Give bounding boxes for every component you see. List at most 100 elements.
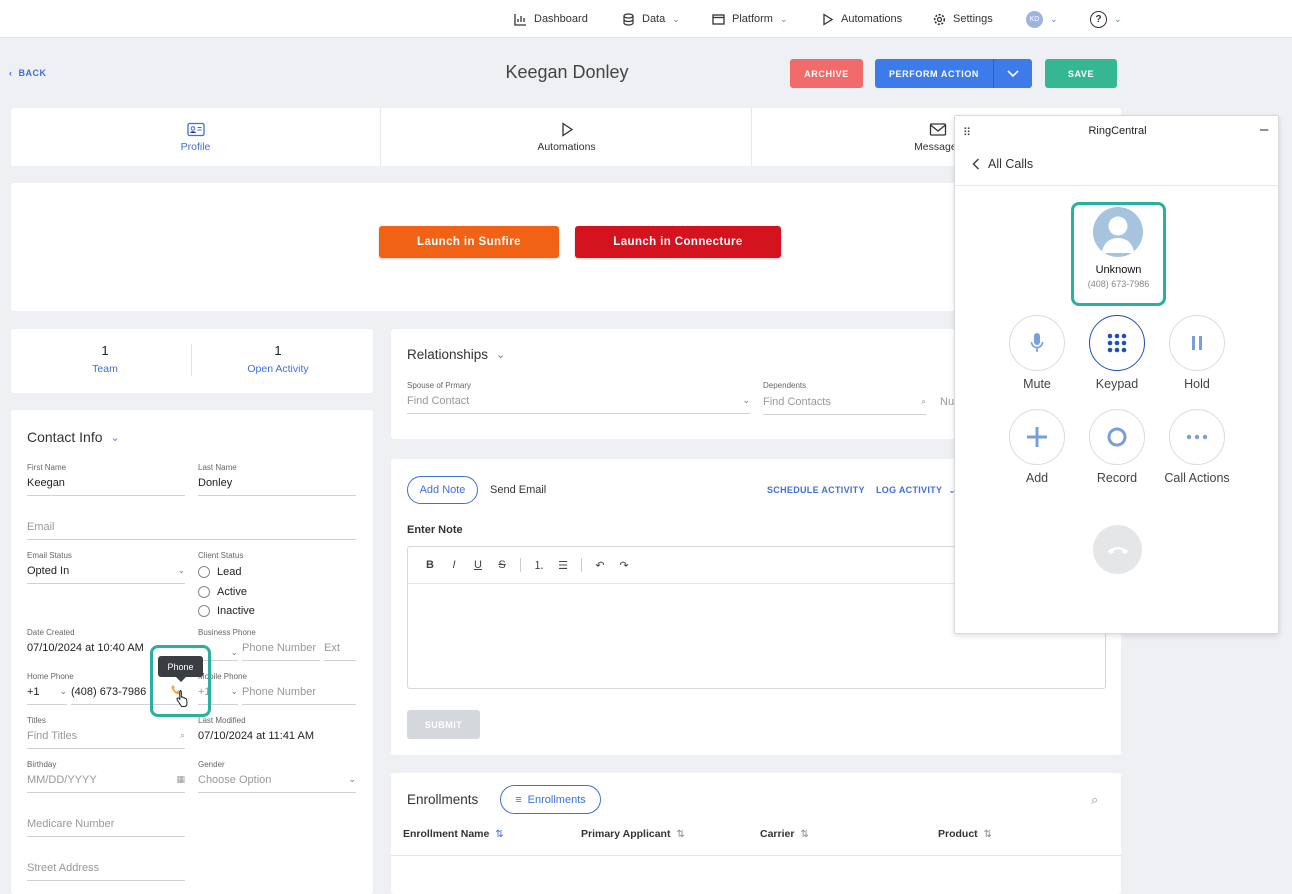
client-status-lead-label: Lead <box>217 566 242 578</box>
hold-button[interactable] <box>1169 315 1225 371</box>
bold-button[interactable]: B <box>418 559 442 571</box>
underline-button[interactable]: U <box>466 559 490 571</box>
redo-icon[interactable]: ↷ <box>612 559 636 572</box>
chevron-down-icon <box>1007 69 1019 77</box>
italic-button[interactable]: I <box>442 559 466 571</box>
client-status-active-label: Active <box>217 586 247 598</box>
caller-name: Unknown <box>1095 264 1142 276</box>
all-calls-back[interactable]: All Calls <box>972 157 1033 171</box>
help-menu[interactable]: ? ⌄ <box>1090 10 1122 28</box>
divider <box>520 558 521 572</box>
minimize-button[interactable]: – <box>1260 121 1268 138</box>
titles-placeholder: Find Titles <box>27 730 78 742</box>
perform-action-button[interactable]: PERFORM ACTION <box>875 59 993 88</box>
chevron-down-icon: ⌄ <box>496 349 506 361</box>
record-button[interactable] <box>1089 409 1145 465</box>
client-status-lead[interactable]: Lead <box>198 566 241 578</box>
undo-icon[interactable]: ↶ <box>588 559 612 572</box>
last-name-field[interactable]: Donley <box>198 477 356 496</box>
titles-field[interactable]: Find Titles ⌕ <box>27 730 185 749</box>
chevron-left-icon <box>972 158 980 170</box>
chevron-down-icon: ⌄ <box>230 686 238 696</box>
spouse-select[interactable]: Find Contact ⌄ <box>407 395 750 414</box>
home-country-select[interactable]: +1 ⌄ <box>27 686 67 705</box>
divider <box>391 855 1121 856</box>
street-address-field[interactable]: Street Address <box>27 862 185 881</box>
radio-button <box>198 586 210 598</box>
add-call-button[interactable] <box>1009 409 1065 465</box>
chevron-down-icon: ⌄ <box>230 647 238 657</box>
nav-automations[interactable]: Automations <box>821 10 902 28</box>
nav-platform[interactable]: Platform ⌄ <box>712 10 788 28</box>
enrollments-title: Enrollments <box>407 792 479 807</box>
id-card-icon <box>186 122 205 136</box>
gender-placeholder: Choose Option <box>198 774 272 786</box>
business-phone-label: Business Phone <box>198 628 256 637</box>
keypad-button[interactable] <box>1089 315 1145 371</box>
dependents-placeholder: Find Contacts <box>763 396 831 408</box>
nav-data-label: Data <box>642 13 666 25</box>
spouse-placeholder: Find Contact <box>407 395 470 407</box>
nav-dashboard[interactable]: Dashboard <box>514 10 588 28</box>
archive-button[interactable]: ARCHIVE <box>790 59 863 88</box>
chevron-down-icon: ⌄ <box>779 13 788 24</box>
editor-toolbar: B I U S ⒈ ☰ ↶ ↷ <box>418 557 636 573</box>
first-name-field[interactable]: Keegan <box>27 477 185 496</box>
hang-up-button[interactable] <box>1093 525 1142 574</box>
search-icon: ⌕ <box>920 396 926 406</box>
column-product[interactable]: Product ⇅ <box>938 828 992 840</box>
sort-icon: ⇅ <box>800 828 809 840</box>
business-ext-field[interactable]: Ext <box>324 642 356 661</box>
column-enrollment-name[interactable]: Enrollment Name ⇅ <box>403 828 504 840</box>
strikethrough-button[interactable]: S <box>490 559 514 571</box>
column-carrier[interactable]: Carrier ⇅ <box>760 828 809 840</box>
search-icon[interactable]: ⌕ <box>1091 792 1098 808</box>
relationships-header[interactable]: Relationships ⌄ <box>407 347 505 362</box>
bullet-list-icon[interactable]: ☰ <box>551 559 575 572</box>
perform-action-dropdown[interactable] <box>993 59 1032 88</box>
client-status-inactive[interactable]: Inactive <box>198 605 255 617</box>
column-primary-applicant[interactable]: Primary Applicant ⇅ <box>581 828 685 840</box>
business-phone-field[interactable]: Phone Number <box>242 642 320 661</box>
chevron-down-icon: ⌄ <box>742 395 750 405</box>
hold-label: Hold <box>1184 377 1210 391</box>
ordered-list-icon[interactable]: ⒈ <box>527 557 551 573</box>
database-icon <box>623 12 634 26</box>
client-status-active[interactable]: Active <box>198 586 247 598</box>
contact-info-header[interactable]: Contact Info ⌄ <box>27 429 120 445</box>
tooltip-arrow <box>176 677 186 682</box>
tab-automations[interactable]: Automations <box>382 108 752 166</box>
tab-profile[interactable]: Profile <box>11 108 381 166</box>
launch-connecture-button[interactable]: Launch in Connecture <box>575 226 781 258</box>
hand-cursor-icon <box>175 689 191 707</box>
log-activity-button[interactable]: LOG ACTIVITY ⌄ <box>876 485 956 496</box>
submit-button[interactable]: SUBMIT <box>407 710 480 739</box>
user-menu[interactable]: KD ⌄ <box>1026 10 1058 28</box>
enrollments-button-label: Enrollments <box>527 793 586 806</box>
birthday-field[interactable]: MM/DD/YYYY ▦ <box>27 774 185 793</box>
add-note-button[interactable]: Add Note <box>407 476 478 504</box>
mute-button[interactable] <box>1009 315 1065 371</box>
partial-field[interactable]: Nu <box>940 396 954 408</box>
dependents-field[interactable]: Find Contacts ⌕ <box>763 396 926 415</box>
save-button[interactable]: SAVE <box>1045 59 1117 88</box>
stat-open-activity-count: 1 <box>274 343 282 358</box>
help-icon: ? <box>1090 10 1107 28</box>
call-actions-label: Call Actions <box>1164 471 1230 485</box>
email-status-select[interactable]: Opted In ⌄ <box>27 565 185 584</box>
back-link[interactable]: ‹ BACK <box>9 68 47 78</box>
stat-open-activity[interactable]: 1 Open Activity <box>218 343 338 375</box>
schedule-activity-button[interactable]: SCHEDULE ACTIVITY <box>767 485 865 495</box>
medicare-number-field[interactable]: Medicare Number <box>27 818 185 837</box>
enrollments-button[interactable]: ≡ Enrollments <box>500 785 601 814</box>
keypad-icon <box>1107 333 1127 353</box>
email-field[interactable]: Email <box>27 521 356 540</box>
nav-settings[interactable]: Settings <box>933 10 993 28</box>
launch-sunfire-button[interactable]: Launch in Sunfire <box>379 226 559 258</box>
send-email-button[interactable]: Send Email <box>490 484 546 496</box>
nav-data[interactable]: Data ⌄ <box>622 10 680 28</box>
mobile-phone-field[interactable]: Phone Number <box>242 686 356 705</box>
call-actions-button[interactable] <box>1169 409 1225 465</box>
stat-team[interactable]: 1 Team <box>45 343 165 375</box>
gender-select[interactable]: Choose Option ⌄ <box>198 774 356 793</box>
